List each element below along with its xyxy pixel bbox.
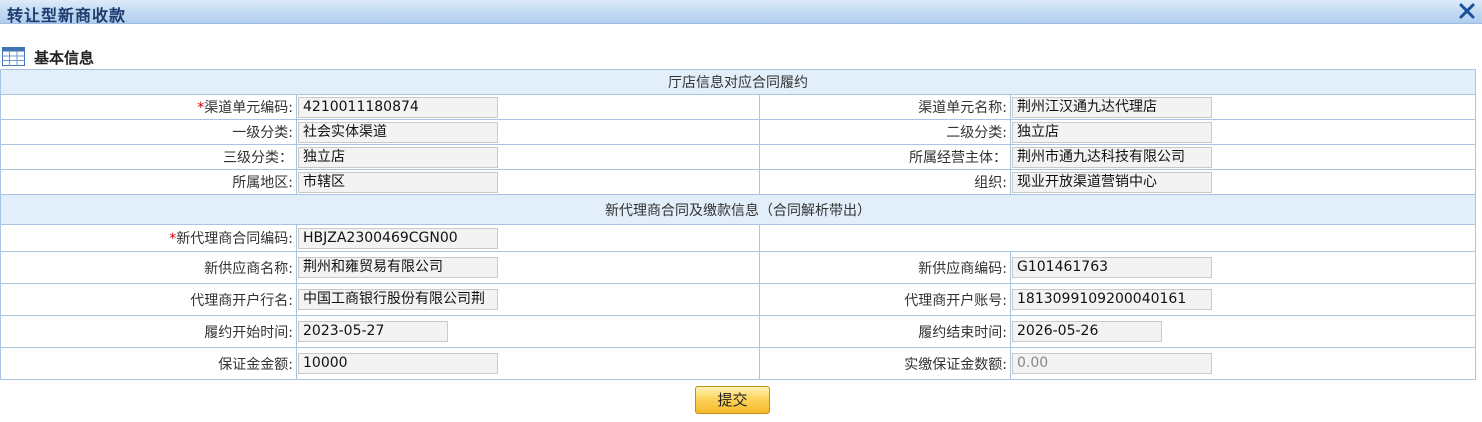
level1-label: 一级分类:	[0, 119, 297, 145]
level3-label: 三级分类：	[0, 144, 297, 170]
form-row: 代理商开户行名: 中国工商银行股份有限公司荆 代理商开户账号: 18130991…	[0, 283, 1476, 316]
region-field[interactable]: 市辖区	[298, 171, 498, 193]
table-icon	[2, 47, 25, 66]
contract-code-label: *新代理商合同编码:	[0, 224, 297, 252]
channel-code-label: *渠道单元编码:	[0, 94, 297, 120]
form-row: *渠道单元编码: 4210011180874 渠道单元名称: 荆州江汉通九达代理…	[0, 94, 1476, 120]
channel-name-label: 渠道单元名称:	[759, 94, 1011, 120]
supplier-name-field[interactable]: 荆州和雍贸易有限公司	[298, 257, 498, 278]
bank-label: 代理商开户行名:	[0, 283, 297, 316]
form-row: 三级分类： 独立店 所属经营主体： 荆州市通九达科技有限公司	[0, 144, 1476, 170]
group-header-store: 厅店信息对应合同履约	[0, 69, 1476, 95]
close-icon[interactable]	[1458, 2, 1476, 20]
form-row: *新代理商合同编码: HBJZA2300469CGN00	[0, 224, 1476, 252]
level2-field[interactable]: 独立店	[1012, 121, 1212, 143]
account-label: 代理商开户账号:	[759, 283, 1011, 316]
org-label: 组织:	[759, 169, 1011, 195]
form-row: 所属地区: 市辖区 组织: 现业开放渠道营销中心	[0, 169, 1476, 195]
section-title: 基本信息	[34, 49, 95, 67]
window-title: 转让型新商收款	[7, 6, 127, 25]
org-field[interactable]: 现业开放渠道营销中心	[1012, 171, 1212, 193]
level2-label: 二级分类:	[759, 119, 1011, 145]
bank-field[interactable]: 中国工商银行股份有限公司荆	[298, 289, 498, 310]
account-field[interactable]: 1813099109200040161	[1012, 289, 1212, 310]
supplier-code-label: 新供应商编码:	[759, 251, 1011, 284]
group-title-store: 厅店信息对应合同履约	[0, 69, 1476, 95]
form-row: 保证金金额: 10000 实缴保证金数额: 0.00	[0, 347, 1476, 380]
form-row: 一级分类: 社会实体渠道 二级分类: 独立店	[0, 119, 1476, 145]
start-date-field[interactable]: 2023-05-27	[298, 321, 448, 342]
end-date-field[interactable]: 2026-05-26	[1012, 321, 1162, 342]
empty-cell	[759, 224, 1476, 252]
level3-field[interactable]: 独立店	[298, 146, 498, 168]
group-header-contract: 新代理商合同及缴款信息（合同解析带出）	[0, 194, 1476, 225]
end-date-label: 履约结束时间:	[759, 315, 1011, 348]
form-row: 新供应商名称: 荆州和雍贸易有限公司 新供应商编码: G101461763	[0, 251, 1476, 284]
window-titlebar: 转让型新商收款	[0, 0, 1482, 25]
level1-field[interactable]: 社会实体渠道	[298, 121, 498, 143]
start-date-label: 履约开始时间:	[0, 315, 297, 348]
paid-deposit-label: 实缴保证金数额:	[759, 347, 1011, 380]
supplier-name-label: 新供应商名称:	[0, 251, 297, 284]
deposit-field[interactable]: 10000	[298, 353, 498, 374]
region-label: 所属地区:	[0, 169, 297, 195]
contract-code-field[interactable]: HBJZA2300469CGN00	[298, 227, 498, 249]
channel-name-field[interactable]: 荆州江汉通九达代理店	[1012, 96, 1212, 118]
entity-field[interactable]: 荆州市通九达科技有限公司	[1012, 146, 1212, 168]
paid-deposit-field[interactable]: 0.00	[1012, 353, 1212, 374]
info-form-table: 厅店信息对应合同履约 *渠道单元编码: 4210011180874 渠道单元名称…	[0, 69, 1476, 380]
channel-code-field[interactable]: 4210011180874	[298, 96, 498, 118]
submit-button[interactable]: 提交	[695, 386, 770, 414]
entity-label: 所属经营主体：	[759, 144, 1011, 170]
supplier-code-field[interactable]: G101461763	[1012, 257, 1212, 278]
deposit-label: 保证金金额:	[0, 347, 297, 380]
form-row: 履约开始时间: 2023-05-27 履约结束时间: 2026-05-26	[0, 315, 1476, 348]
group-title-contract: 新代理商合同及缴款信息（合同解析带出）	[0, 194, 1476, 225]
